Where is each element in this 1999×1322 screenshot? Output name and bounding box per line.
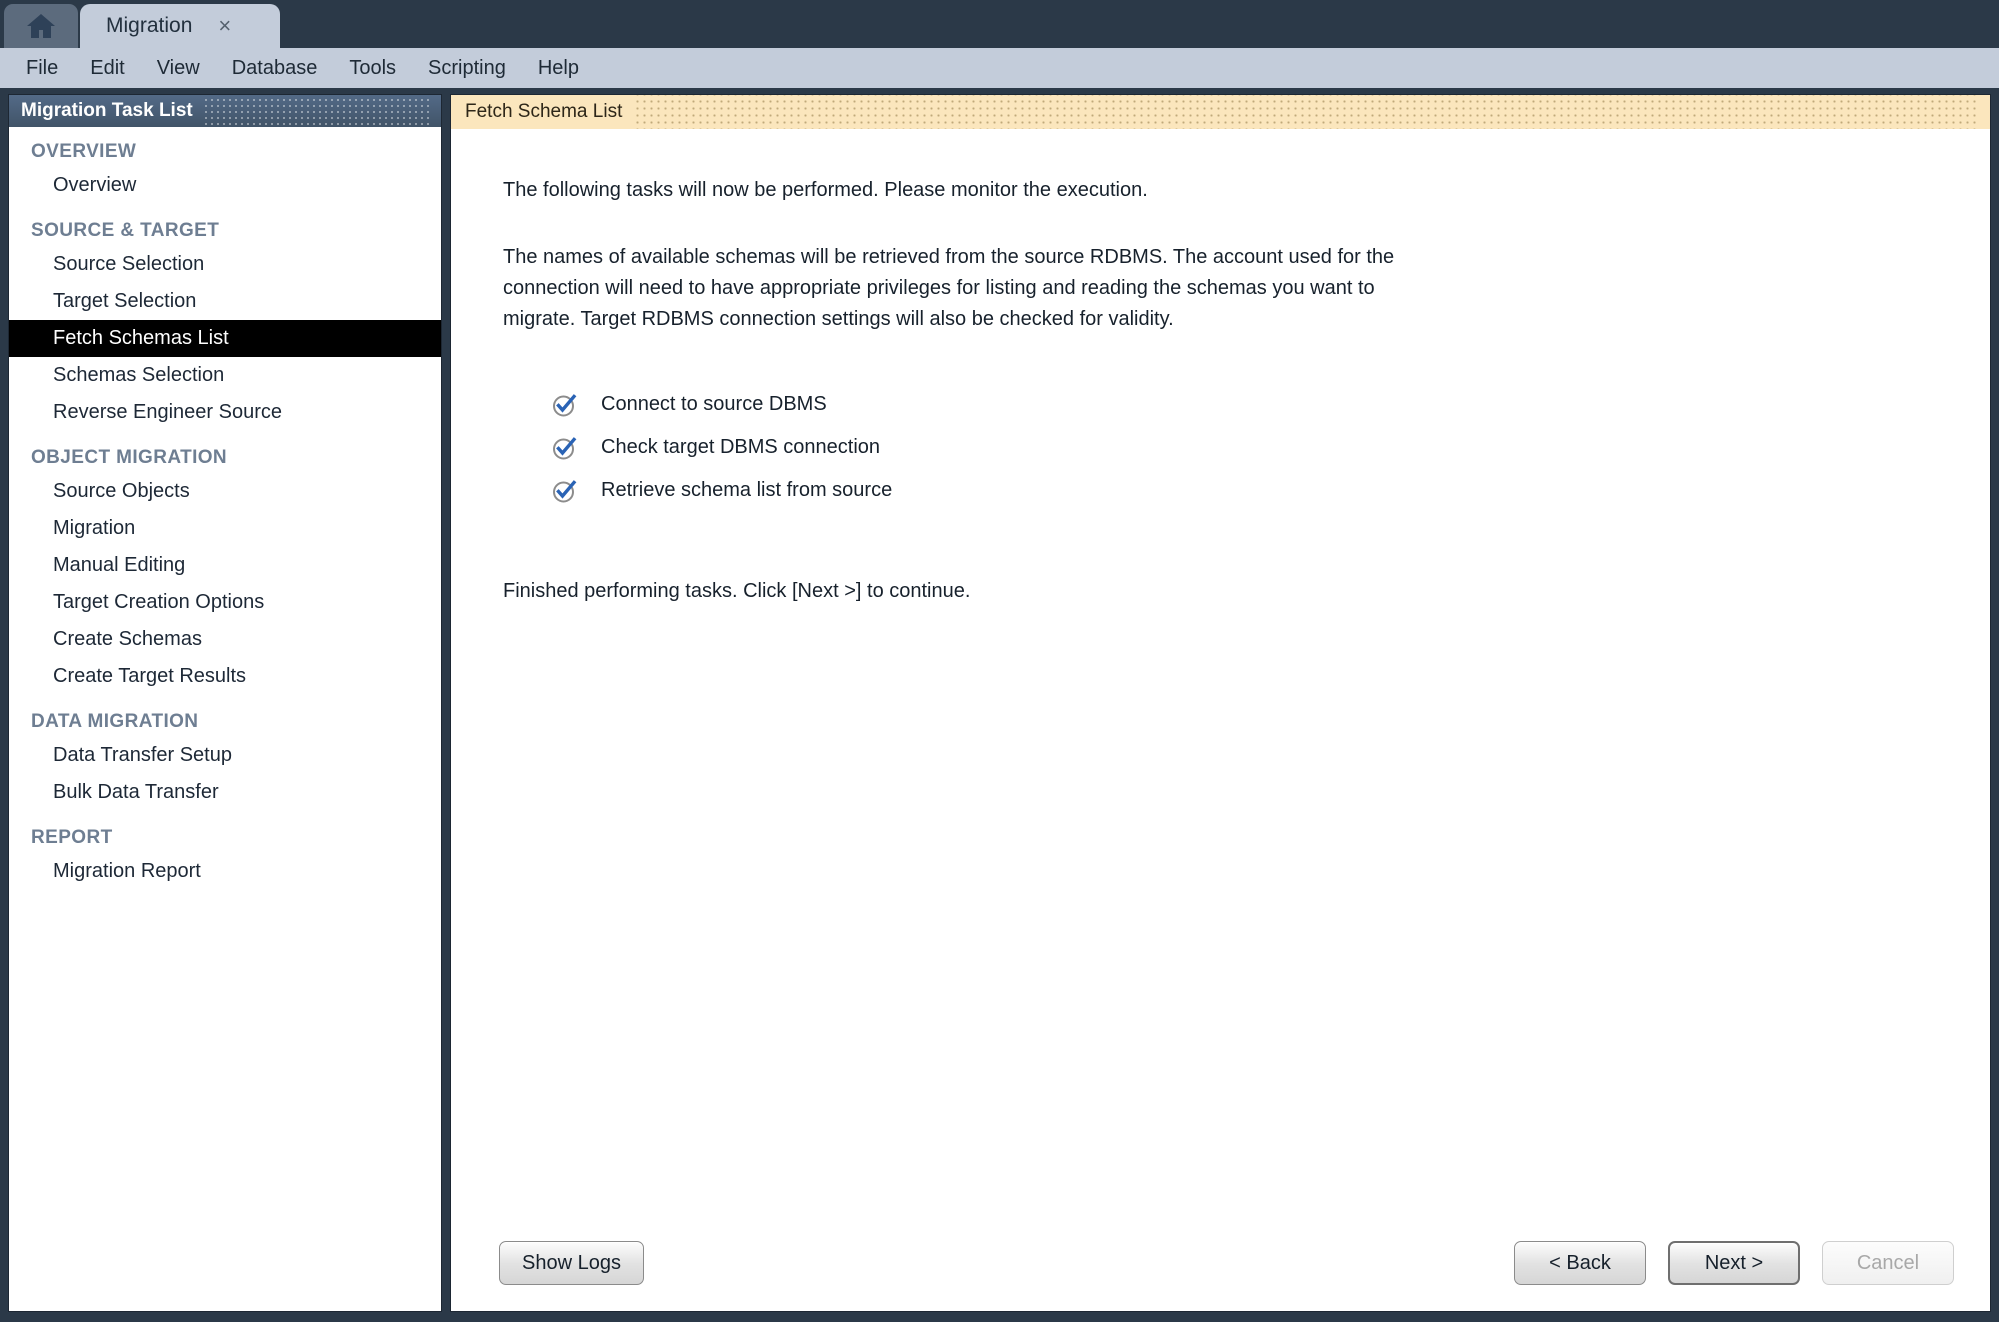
task-row: Retrieve schema list from source [551, 469, 1990, 512]
body-area: Migration Task List OVERVIEW Overview SOUR… [0, 88, 1999, 1322]
task-label: Check target DBMS connection [601, 436, 881, 458]
sidebar-item-data-transfer-setup[interactable]: Data Transfer Setup [9, 737, 441, 774]
sidebar-item-source-selection[interactable]: Source Selection [9, 246, 441, 283]
sidebar-item-list: OVERVIEW Overview SOURCE & TARGET Source Se… [9, 127, 441, 1311]
page-title: Fetch Schema List [465, 101, 623, 122]
intro-paragraph: The following tasks will now be performe… [503, 179, 1148, 201]
content-body: The following tasks will now be performe… [451, 129, 1990, 1215]
tab-home[interactable] [4, 4, 78, 48]
sidebar-section-header: SOURCE & TARGET [31, 220, 220, 241]
close-icon[interactable]: × [218, 15, 231, 37]
detail-paragraph: The names of available schemas will be r… [503, 246, 1395, 330]
content-panel: Fetch Schema List The following tasks wi… [450, 94, 1991, 1312]
sidebar-item-schemas-selection[interactable]: Schemas Selection [9, 357, 441, 394]
tab-bar: Migration × [0, 0, 1999, 48]
sidebar-item-bulk-data-transfer[interactable]: Bulk Data Transfer [9, 774, 441, 811]
menu-item-file[interactable]: File [10, 53, 74, 84]
sidebar-section-header: OBJECT MIGRATION [31, 447, 228, 468]
show-logs-button[interactable]: Show Logs [499, 1241, 644, 1285]
menu-item-help[interactable]: Help [522, 53, 595, 84]
menu-item-view[interactable]: View [141, 53, 216, 84]
back-button[interactable]: < Back [1514, 1241, 1646, 1285]
home-icon [25, 11, 57, 41]
next-button[interactable]: Next > [1668, 1241, 1800, 1285]
sidebar-header-title: Migration Task List [21, 100, 193, 121]
sidebar-item-migration-report[interactable]: Migration Report [9, 853, 441, 890]
task-row: Connect to source DBMS [551, 383, 1990, 426]
application-window: Migration × File Edit View Database Tool… [0, 0, 1999, 1322]
menu-item-scripting[interactable]: Scripting [412, 53, 522, 84]
sidebar-section-header: OVERVIEW [31, 141, 137, 162]
task-label: Retrieve schema list from source [601, 479, 893, 501]
sidebar-item-migration[interactable]: Migration [9, 510, 441, 547]
sidebar-section-header: DATA MIGRATION [31, 711, 199, 732]
menu-item-database[interactable]: Database [216, 53, 334, 84]
sidebar-item-fetch-schemas-list[interactable]: Fetch Schemas List [9, 320, 441, 357]
cancel-button: Cancel [1822, 1241, 1954, 1285]
sidebar-item-create-schemas[interactable]: Create Schemas [9, 621, 441, 658]
sidebar-item-target-selection[interactable]: Target Selection [9, 283, 441, 320]
check-circle-icon [551, 434, 579, 462]
tab-migration[interactable]: Migration × [80, 4, 280, 48]
content-header: Fetch Schema List [451, 95, 1990, 129]
sidebar-item-manual-editing[interactable]: Manual Editing [9, 547, 441, 584]
menu-item-edit[interactable]: Edit [74, 53, 140, 84]
sidebar-item-overview[interactable]: Overview [9, 167, 441, 204]
migration-task-list-sidebar: Migration Task List OVERVIEW Overview SOUR… [8, 94, 442, 1312]
check-circle-icon [551, 391, 579, 419]
sidebar-section-header: REPORT [31, 827, 113, 848]
sidebar-item-target-creation-options[interactable]: Target Creation Options [9, 584, 441, 621]
menu-item-tools[interactable]: Tools [333, 53, 412, 84]
sidebar-header: Migration Task List [9, 95, 441, 127]
sidebar-item-source-objects[interactable]: Source Objects [9, 473, 441, 510]
sidebar-item-create-target-results[interactable]: Create Target Results [9, 658, 441, 695]
footer-button-bar: Show Logs < Back Next > Cancel [451, 1215, 1990, 1311]
tab-migration-label: Migration [106, 14, 193, 37]
check-circle-icon [551, 477, 579, 505]
content-header-dot-pattern [634, 95, 1976, 129]
menu-bar: File Edit View Database Tools Scripting … [0, 48, 1999, 88]
task-label: Connect to source DBMS [601, 393, 827, 415]
sidebar-item-reverse-engineer-source[interactable]: Reverse Engineer Source [9, 394, 441, 431]
status-text: Finished performing tasks. Click [Next >… [503, 580, 971, 602]
task-row: Check target DBMS connection [551, 426, 1990, 469]
task-progress-list: Connect to source DBMS Check target DBMS … [551, 383, 1990, 512]
sidebar-header-dot-pattern [202, 95, 429, 127]
